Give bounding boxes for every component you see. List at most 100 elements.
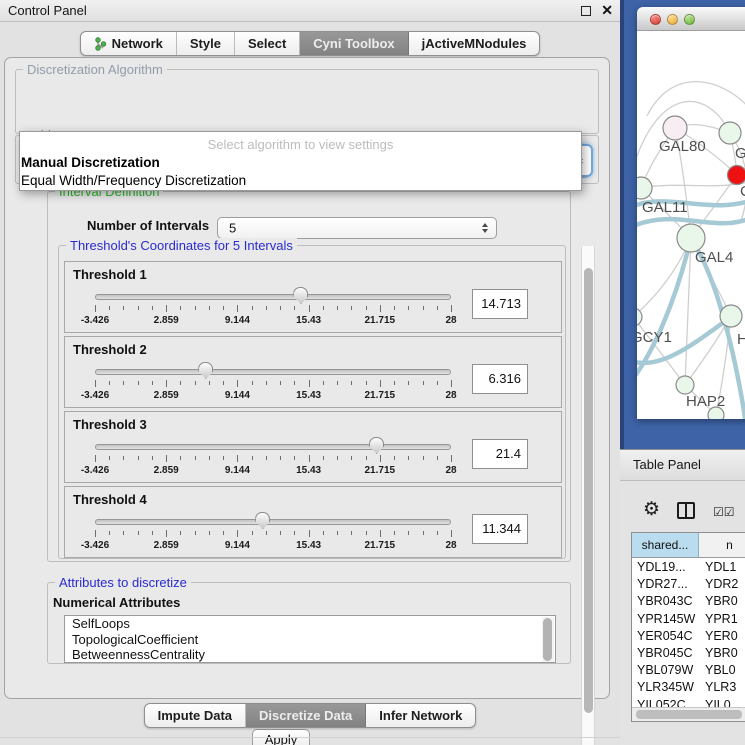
cell-shared-name[interactable]: YER054C xyxy=(632,628,699,645)
cell-name[interactable]: YDR2 xyxy=(699,576,745,593)
tab-select[interactable]: Select xyxy=(235,32,300,55)
slider-track[interactable] xyxy=(95,294,451,300)
table-row[interactable]: YPR145WYPR1 xyxy=(632,611,745,628)
threshold-value-field[interactable]: 11.344 xyxy=(472,514,528,544)
table-row[interactable]: YDL19...YDL1 xyxy=(632,559,745,576)
mac-close-icon[interactable] xyxy=(650,14,661,25)
slider-tick-labels: -3.4262.8599.14415.4321.71528 xyxy=(95,315,451,327)
numerical-attributes-list[interactable]: SelfLoopsTopologicalCoefficientBetweenne… xyxy=(64,615,556,663)
slider-thumb[interactable] xyxy=(369,437,384,454)
cell-name[interactable]: YER0 xyxy=(699,628,745,645)
tab-style[interactable]: Style xyxy=(177,32,235,55)
thresholds-group-title: Threshold's Coordinates for 5 Intervals xyxy=(66,238,297,253)
cell-name[interactable]: YLR3 xyxy=(699,679,745,696)
slider-track[interactable] xyxy=(95,444,451,450)
checkbox-icons[interactable]: ☑☑ xyxy=(713,505,735,519)
option-equal-width-frequency[interactable]: Equal Width/Frequency Discretization xyxy=(21,173,246,188)
number-of-intervals-value: 5 xyxy=(229,221,236,236)
cell-shared-name[interactable]: YDR27... xyxy=(632,576,699,593)
table-row[interactable]: YDR27...YDR2 xyxy=(632,576,745,593)
node-hap2[interactable] xyxy=(676,376,694,394)
slider-ruler xyxy=(95,380,451,388)
threshold-value-field[interactable]: 21.4 xyxy=(472,439,528,469)
threshold-slider[interactable]: -3.4262.8599.14415.4321.71528 xyxy=(95,511,451,555)
node-partial-top[interactable] xyxy=(719,122,741,144)
split-columns-icon[interactable] xyxy=(677,502,695,519)
close-icon[interactable]: ✕ xyxy=(601,4,613,16)
table-row[interactable]: YBR043CYBR0 xyxy=(632,593,745,610)
mac-zoom-icon[interactable] xyxy=(684,14,695,25)
tab-cyni-toolbox[interactable]: Cyni Toolbox xyxy=(300,32,408,55)
node-partial-right[interactable] xyxy=(720,305,742,327)
slider-thumb[interactable] xyxy=(293,287,308,304)
node-red-selected[interactable] xyxy=(728,166,745,185)
cell-shared-name[interactable]: YDL19... xyxy=(632,559,699,576)
cell-shared-name[interactable]: YBL079W xyxy=(632,662,699,679)
threshold-slider[interactable]: -3.4262.8599.14415.4321.71528 xyxy=(95,286,451,330)
cell-shared-name[interactable]: YBR043C xyxy=(632,593,699,610)
cell-name[interactable]: YPR1 xyxy=(699,611,745,628)
tab-impute-data[interactable]: Impute Data xyxy=(145,704,246,727)
slider-tick-labels: -3.4262.8599.14415.4321.71528 xyxy=(95,465,451,477)
table-row[interactable]: YBL079WYBL0 xyxy=(632,662,745,679)
panel-vertical-scrollbar[interactable] xyxy=(581,246,595,745)
gear-icon[interactable]: ⚙ xyxy=(643,500,660,519)
table-row[interactable]: YLR345WYLR3 xyxy=(632,679,745,696)
node-gal4[interactable] xyxy=(677,224,705,252)
cell-name[interactable]: YBR0 xyxy=(699,593,745,610)
tab-infer-network[interactable]: Infer Network xyxy=(366,704,475,727)
scrollbar-thumb[interactable] xyxy=(584,268,593,713)
tab-jactivemnodules[interactable]: jActiveMNodules xyxy=(409,32,540,55)
node-label-gal80: GAL80 xyxy=(659,138,706,155)
threshold-value-field[interactable]: 6.316 xyxy=(472,364,528,394)
table-panel-title: Table Panel xyxy=(633,457,701,472)
cell-shared-name[interactable]: YBR045C xyxy=(632,645,699,662)
tab-network[interactable]: Network xyxy=(81,32,177,55)
desktop-edge xyxy=(620,0,624,449)
bottom-tabbar: Impute Data Discretize Data Infer Networ… xyxy=(0,703,620,728)
table-panel: Table Panel ⚙ ☑☑ shared... n YDL19...YDL… xyxy=(620,449,745,745)
algorithm-placeholder: Select algorithm to view settings xyxy=(20,137,581,152)
top-tabbar: Network Style Select Cyni Toolbox jActiv… xyxy=(0,31,620,56)
cell-name[interactable]: YBR0 xyxy=(699,645,745,662)
slider-track[interactable] xyxy=(95,519,451,525)
mac-minimize-icon[interactable] xyxy=(667,14,678,25)
network-icon xyxy=(94,37,107,51)
attributes-list-scrollbar[interactable] xyxy=(542,617,554,663)
cell-name[interactable]: YDL1 xyxy=(699,559,745,576)
float-window-icon[interactable] xyxy=(581,6,591,16)
network-window: GAL80 GA C GAL11 GAL4 GCY1 H HAP2 xyxy=(637,7,745,419)
node-gal80[interactable] xyxy=(663,116,687,140)
tab-discretize-data[interactable]: Discretize Data xyxy=(246,704,366,727)
number-of-intervals-combobox[interactable]: 5 xyxy=(217,217,497,239)
network-desktop: GAL80 GA C GAL11 GAL4 GCY1 H HAP2 xyxy=(620,0,745,449)
tab-network-label: Network xyxy=(112,32,163,55)
threshold-slider[interactable]: -3.4262.8599.14415.4321.71528 xyxy=(95,436,451,480)
list-item[interactable]: SelfLoops xyxy=(65,616,555,632)
scrollbar-thumb[interactable] xyxy=(636,710,742,719)
threshold-value-field[interactable]: 14.713 xyxy=(472,289,528,319)
thresholds-group: Threshold's Coordinates for 5 Intervals … xyxy=(58,245,566,559)
table-row[interactable]: YBR045CYBR0 xyxy=(632,645,745,662)
node-gcy1[interactable] xyxy=(637,308,642,326)
cell-shared-name[interactable]: YPR145W xyxy=(632,611,699,628)
table-row[interactable]: YER054CYER0 xyxy=(632,628,745,645)
list-item[interactable]: TopologicalCoefficient xyxy=(65,632,555,648)
column-header-name[interactable]: n xyxy=(699,533,745,558)
list-item[interactable]: BetweennessCentrality xyxy=(65,647,555,663)
network-canvas[interactable]: GAL80 GA C GAL11 GAL4 GCY1 H HAP2 xyxy=(637,31,745,419)
slider-track[interactable] xyxy=(95,369,451,375)
cell-shared-name[interactable]: YLR345W xyxy=(632,679,699,696)
slider-thumb[interactable] xyxy=(198,362,213,379)
node-label-hap2: HAP2 xyxy=(686,393,725,410)
threshold-label: Threshold 1 xyxy=(73,267,147,282)
node-table[interactable]: shared... n YDL19...YDL1YDR27...YDR2YBR0… xyxy=(631,532,745,722)
slider-tick-labels: -3.4262.8599.14415.4321.71528 xyxy=(95,540,451,552)
slider-thumb[interactable] xyxy=(255,512,270,529)
option-manual-discretization[interactable]: Manual Discretization xyxy=(21,155,160,170)
threshold-slider[interactable]: -3.4262.8599.14415.4321.71528 xyxy=(95,361,451,405)
node-label-gal11: GAL11 xyxy=(642,199,688,216)
cell-name[interactable]: YBL0 xyxy=(699,662,745,679)
table-horizontal-scrollbar[interactable] xyxy=(632,707,745,721)
column-header-shared-name[interactable]: shared... xyxy=(632,533,699,558)
